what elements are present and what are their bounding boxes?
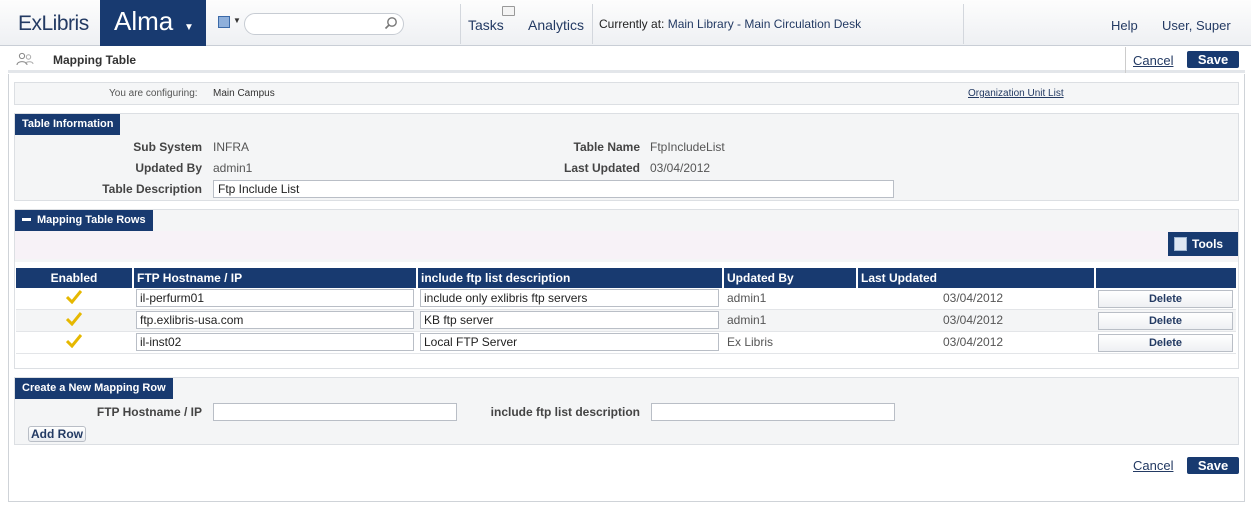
search-input[interactable] [244,13,404,35]
search-type-selector[interactable]: ▼ [216,14,244,32]
organization-unit-list-link[interactable]: Organization Unit List [968,88,1064,99]
tasks-link[interactable]: Tasks [468,17,504,33]
alma-label: Alma [114,6,174,36]
row-updated-by: admin1 [727,291,767,305]
configuring-value: Main Campus [213,88,275,99]
delete-row-button[interactable]: Delete [1098,334,1233,352]
divider [1125,47,1126,73]
last-updated-value: 03/04/2012 [650,161,711,175]
row-updated-by: admin1 [727,313,767,327]
new-description-input[interactable] [651,403,895,421]
current-location-link[interactable]: Main Library - Main Circulation Desk [668,17,861,31]
col-last-updated[interactable]: Last Updated [858,268,1094,288]
tools-button[interactable]: Tools [1168,232,1238,256]
row-last-updated: 03/04/2012 [943,291,1004,305]
chevron-down-icon: ▼ [184,22,194,33]
currently-at-label: Currently at: [599,17,665,31]
row-hostname-input[interactable] [136,333,414,351]
table-information-heading: Table Information [15,114,121,135]
checkmark-icon [66,334,82,348]
updated-by-value: admin1 [213,161,253,175]
mapping-table-rows-heading[interactable]: Mapping Table Rows [15,210,153,231]
tools-label: Tools [1192,237,1224,251]
search-type-icon [218,16,230,28]
exlibris-logo: ExLibris [18,12,89,35]
toolbar-strip [15,231,1238,259]
col-description[interactable]: include ftp list description [418,268,722,288]
row-hostname-input[interactable] [136,289,414,307]
page-title: Mapping Table [53,53,137,67]
delete-row-button[interactable]: Delete [1098,312,1233,330]
row-description-input[interactable] [420,311,719,329]
help-link[interactable]: Help [1111,18,1138,33]
new-description-label: include ftp list description [490,405,640,419]
updated-by-label: Updated By [135,161,202,175]
table-description-label: Table Description [102,182,202,196]
sub-system-label: Sub System [133,140,202,154]
configuring-label: You are configuring: [109,88,198,99]
checkmark-icon [66,312,82,326]
current-location: Currently at: Main Library - Main Circul… [599,17,861,31]
row-last-updated: 03/04/2012 [943,335,1004,349]
table-name-label: Table Name [573,140,640,154]
table-description-input[interactable] [213,180,894,198]
col-updated-by[interactable]: Updated By [724,268,856,288]
add-row-button[interactable]: Add Row [28,426,86,442]
speech-bubble-icon [502,6,515,16]
sub-system-value: INFRA [213,140,249,154]
configuring-bar: You are configuring: Main Campus Organiz… [14,82,1239,105]
last-updated-label: Last Updated [563,161,640,175]
col-ftp-hostname[interactable]: FTP Hostname / IP [134,268,416,288]
cancel-link-top[interactable]: Cancel [1133,53,1173,68]
collapse-icon [22,217,31,221]
new-hostname-label: FTP Hostname / IP [96,405,202,419]
col-enabled[interactable]: Enabled [16,268,132,288]
row-description-input[interactable] [420,289,719,307]
analytics-link[interactable]: Analytics [528,17,584,33]
delete-row-button[interactable]: Delete [1098,290,1233,308]
page-title-bar: Mapping Table [8,47,1245,73]
user-menu[interactable]: User, Super [1162,18,1231,33]
cancel-link-bottom[interactable]: Cancel [1133,458,1173,473]
save-button-bottom[interactable]: Save [1187,457,1239,474]
alma-menu-button[interactable]: Alma ▼ [100,0,206,46]
row-description-input[interactable] [420,333,719,351]
divider [592,4,593,44]
top-bar: ExLibris Alma ▼ ▼ Tasks Analytics Curren… [0,0,1251,46]
search-icon[interactable] [384,16,398,30]
table-name-value: FtpIncludeList [650,140,725,154]
create-mapping-row-heading: Create a New Mapping Row [15,378,173,399]
row-hostname-input[interactable] [136,311,414,329]
divider [963,4,964,44]
chevron-down-icon: ▼ [233,16,241,25]
checkmark-icon [66,290,82,304]
row-updated-by: Ex Libris [727,335,774,349]
new-hostname-input[interactable] [213,403,457,421]
mapping-table-rows-title: Mapping Table Rows [37,214,146,226]
people-icon [16,52,34,66]
col-actions [1096,268,1236,288]
tools-icon [1174,237,1187,251]
row-last-updated: 03/04/2012 [943,313,1004,327]
save-button-top[interactable]: Save [1187,51,1239,68]
divider [460,4,461,44]
